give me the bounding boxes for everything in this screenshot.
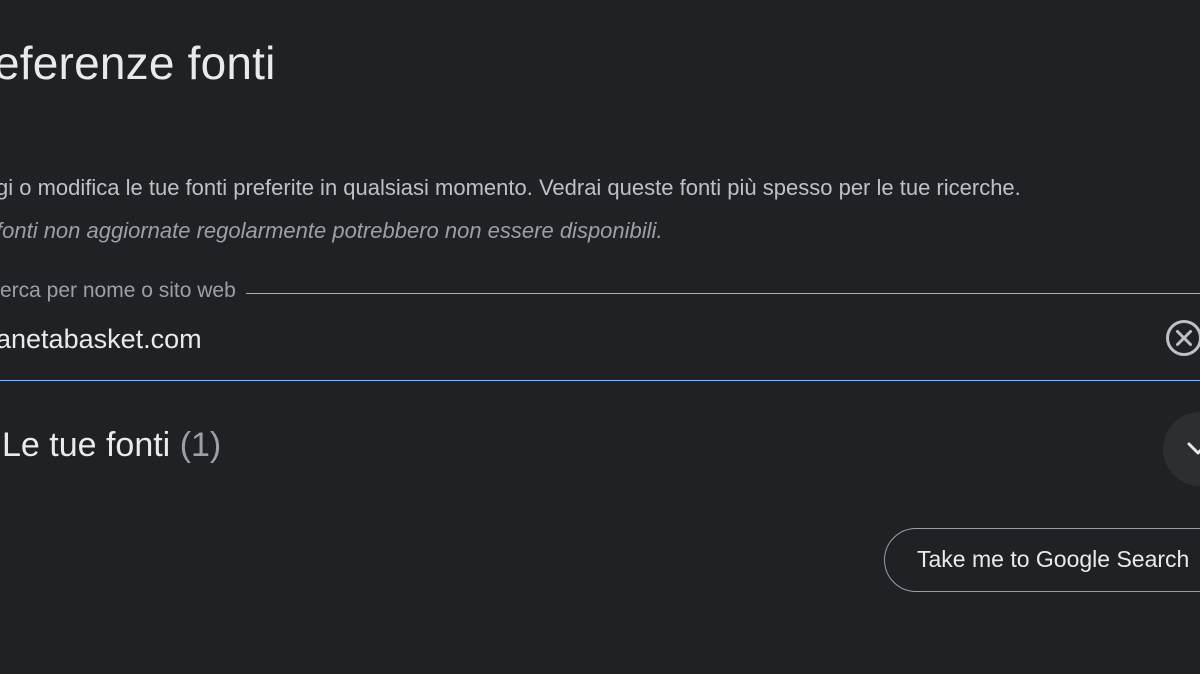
availability-note: fonti non aggiornate regolarmente potreb… bbox=[0, 218, 663, 243]
chevron-down-icon bbox=[1187, 442, 1200, 455]
search-input[interactable] bbox=[0, 318, 1146, 360]
your-sources-title: Le tue fonti bbox=[2, 426, 171, 464]
expand-sources-button[interactable] bbox=[1163, 412, 1200, 486]
take-me-to-google-search-button[interactable]: Take me to Google Search bbox=[884, 528, 1200, 592]
page-title: eferenze fonti bbox=[0, 37, 276, 89]
search-field-label: erca per nome o sito web bbox=[0, 279, 246, 303]
sources-count: (1) bbox=[179, 426, 222, 464]
your-sources-section[interactable]: Le tue fonti (1) bbox=[0, 410, 1200, 490]
clear-search-button[interactable] bbox=[1164, 318, 1200, 358]
page-description: gi o modifica le tue fonti preferite in … bbox=[0, 175, 1021, 200]
google-search-button-label: Take me to Google Search bbox=[917, 546, 1190, 572]
close-circle-icon bbox=[1166, 320, 1200, 356]
source-preferences-page: eferenze fonti gi o modifica le tue font… bbox=[0, 0, 1200, 674]
your-sources-heading: Le tue fonti (1) bbox=[2, 426, 221, 465]
